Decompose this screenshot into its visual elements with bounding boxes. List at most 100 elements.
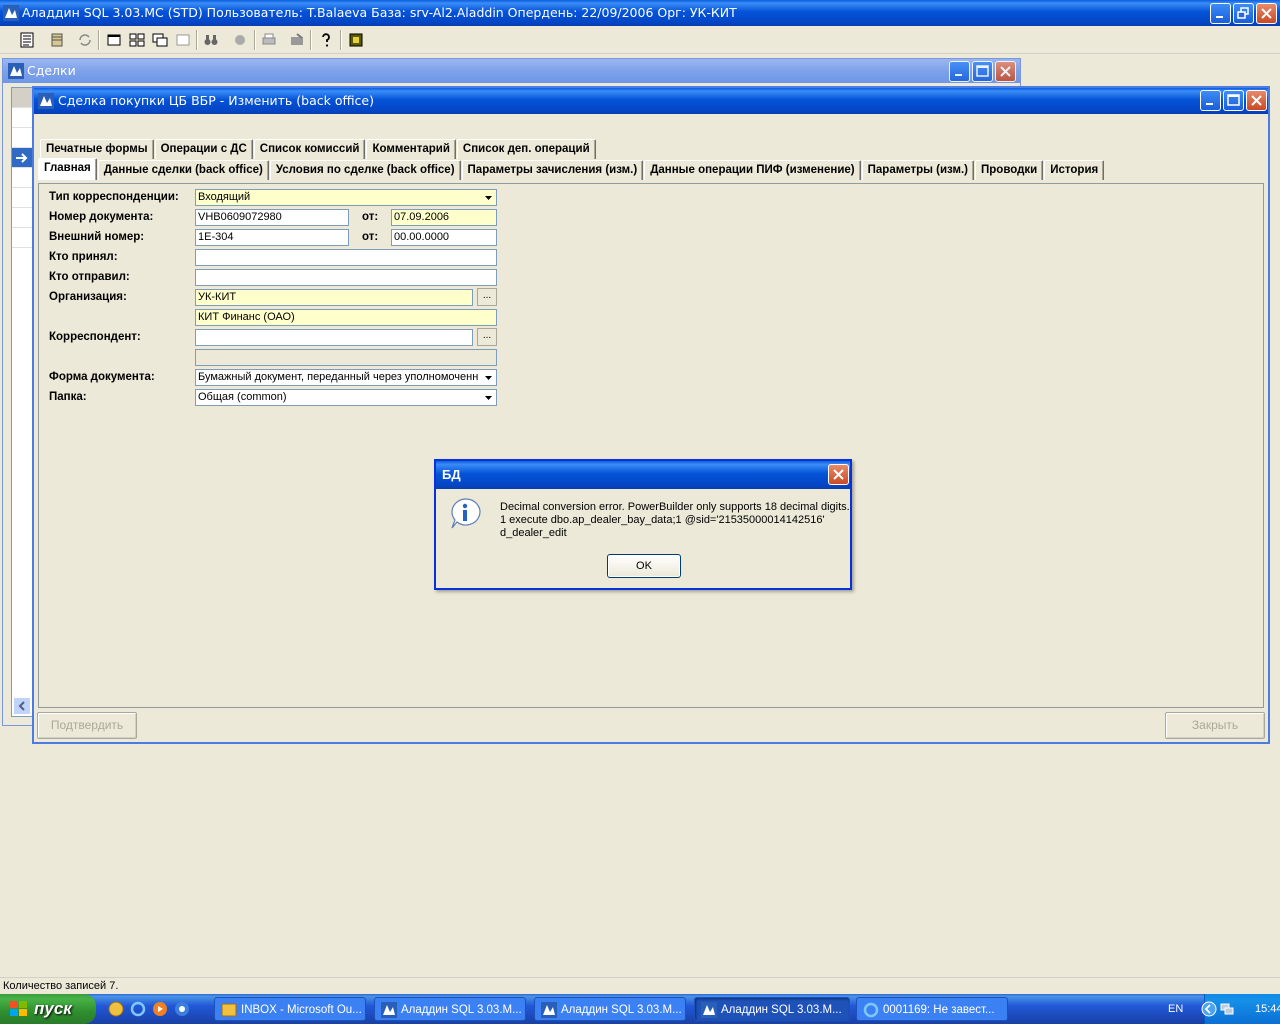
tab-history[interactable]: История bbox=[1044, 160, 1105, 180]
outlook-quicklaunch-icon[interactable] bbox=[108, 1001, 124, 1017]
toolbar-separator bbox=[196, 30, 198, 50]
corr-type-select[interactable]: Входящий bbox=[195, 189, 497, 206]
tab-comment[interactable]: Комментарий bbox=[366, 139, 456, 159]
deals-grid[interactable] bbox=[11, 87, 33, 717]
network-icon[interactable] bbox=[1219, 1001, 1235, 1017]
org-code-field[interactable]: УК-КИТ bbox=[195, 289, 473, 306]
dialog-title-bar[interactable]: БД bbox=[436, 461, 850, 489]
ext-number-field[interactable]: 1E-304 bbox=[195, 229, 349, 246]
tab-postings[interactable]: Проводки bbox=[975, 160, 1044, 180]
toolbar-stop-button[interactable] bbox=[229, 29, 251, 51]
confirm-button[interactable]: Подтвердить bbox=[37, 712, 137, 739]
cascade-icon bbox=[152, 33, 168, 47]
list-icon bbox=[20, 32, 34, 48]
received-by-field[interactable] bbox=[195, 249, 497, 266]
grid-row[interactable] bbox=[12, 188, 32, 208]
org-label: Организация: bbox=[49, 291, 127, 303]
toolbar-list-button[interactable] bbox=[16, 29, 38, 51]
start-button[interactable]: пуск bbox=[0, 994, 96, 1024]
chevron-down-icon[interactable] bbox=[482, 371, 495, 384]
deal-edit-window[interactable]: Сделка покупки ЦБ ВБР - Изменить (back o… bbox=[32, 86, 1270, 744]
sent-by-field[interactable] bbox=[195, 269, 497, 286]
messenger-quicklaunch-icon[interactable] bbox=[174, 1001, 190, 1017]
chevron-down-icon[interactable] bbox=[482, 191, 495, 204]
grid-row[interactable] bbox=[12, 168, 32, 188]
tab-commissions[interactable]: Список комиссий bbox=[253, 139, 366, 159]
correspondent-field[interactable] bbox=[195, 329, 473, 346]
app-minimize-button[interactable] bbox=[1210, 3, 1231, 24]
toolbar-print-button[interactable] bbox=[258, 29, 280, 51]
toolbar-tile-button[interactable] bbox=[126, 29, 148, 51]
ext-date-field[interactable]: 00.00.0000 bbox=[391, 229, 497, 246]
ie-quicklaunch-icon[interactable] bbox=[130, 1001, 146, 1017]
grid-row[interactable] bbox=[12, 208, 32, 228]
toolbar-cascade-button[interactable] bbox=[149, 29, 171, 51]
app-restore-button[interactable] bbox=[1233, 3, 1254, 24]
tab-main[interactable]: Главная bbox=[38, 158, 97, 180]
info-icon bbox=[451, 498, 481, 529]
tab-fund-operation[interactable]: Данные операции ПИФ (изменение) bbox=[644, 160, 861, 180]
toolbar-find-button[interactable] bbox=[200, 29, 222, 51]
ext-number-label: Внешний номер: bbox=[49, 231, 145, 243]
toolbar-separator bbox=[310, 30, 312, 50]
windows-logo-icon bbox=[10, 1001, 27, 1016]
tab-credit-params[interactable]: Параметры зачисления (изм.) bbox=[461, 160, 644, 180]
minimize-icon bbox=[1206, 103, 1213, 105]
binoculars-icon bbox=[204, 35, 218, 45]
toolbar-refresh-button[interactable] bbox=[74, 29, 96, 51]
deals-window-title-bar[interactable]: Сделки bbox=[3, 59, 1020, 83]
task-aladdin-1[interactable]: Аладдин SQL 3.03.M... bbox=[374, 997, 526, 1021]
correspondent-lookup-button[interactable]: ... bbox=[477, 328, 497, 346]
tab-deal-terms[interactable]: Условия по сделке (back office) bbox=[269, 160, 461, 180]
tray-expand-icon[interactable] bbox=[1201, 1001, 1217, 1017]
toolbar-arrange-button[interactable] bbox=[172, 29, 194, 51]
grid-row[interactable] bbox=[12, 128, 32, 148]
language-indicator[interactable]: EN bbox=[1168, 994, 1183, 1024]
tab-print-forms[interactable]: Печатные формы bbox=[40, 139, 154, 159]
grid-row[interactable] bbox=[12, 228, 32, 248]
ok-button[interactable]: OK bbox=[607, 554, 681, 578]
doc-number-field[interactable]: VHB0609072980 bbox=[195, 209, 349, 226]
edit-maximize-button[interactable] bbox=[1223, 90, 1244, 111]
tab-cash-operations[interactable]: Операции с ДС bbox=[154, 139, 253, 159]
task-browser[interactable]: 0001169: Не завест... bbox=[856, 997, 1008, 1021]
corr-type-label: Тип корреспонденции: bbox=[49, 191, 179, 203]
tab-params[interactable]: Параметры (изм.) bbox=[861, 160, 975, 180]
task-outlook[interactable]: INBOX - Microsoft Ou... bbox=[214, 997, 366, 1021]
scroll-left-icon[interactable] bbox=[14, 698, 30, 714]
media-player-quicklaunch-icon[interactable] bbox=[152, 1001, 168, 1017]
app-title: Аладдин SQL 3.03.MC (STD) Пользователь: … bbox=[22, 5, 737, 20]
toolbar-separator bbox=[254, 30, 256, 50]
doc-date-field[interactable]: 07.09.2006 bbox=[391, 209, 497, 226]
toolbar-exit-button[interactable] bbox=[345, 29, 367, 51]
doc-form-select[interactable]: Бумажный документ, переданный через упол… bbox=[195, 369, 497, 386]
edit-window-title-bar[interactable]: Сделка покупки ЦБ ВБР - Изменить (back o… bbox=[34, 88, 1268, 114]
exit-icon bbox=[349, 33, 363, 47]
folder-select[interactable]: Общая (common) bbox=[195, 389, 497, 406]
grid-row[interactable] bbox=[12, 108, 32, 128]
task-aladdin-2[interactable]: Аладдин SQL 3.03.M... bbox=[534, 997, 686, 1021]
toolbar-help-button[interactable] bbox=[315, 29, 337, 51]
chevron-down-icon[interactable] bbox=[482, 391, 495, 404]
deals-close-button[interactable] bbox=[995, 61, 1016, 82]
grid-row-selected[interactable] bbox=[12, 148, 32, 168]
close-button[interactable]: Закрыть bbox=[1165, 712, 1265, 739]
toolbar-window-button[interactable] bbox=[103, 29, 125, 51]
edit-minimize-button[interactable] bbox=[1200, 90, 1221, 111]
task-aladdin-3-active[interactable]: Аладдин SQL 3.03.M... bbox=[694, 997, 850, 1021]
tab-deal-data[interactable]: Данные сделки (back office) bbox=[97, 160, 269, 180]
org-lookup-button[interactable]: ... bbox=[477, 288, 497, 306]
deals-minimize-button[interactable] bbox=[949, 61, 970, 82]
edit-close-button[interactable] bbox=[1246, 90, 1267, 111]
toolbar-database-button[interactable] bbox=[46, 29, 68, 51]
tab-depository-operations[interactable]: Список деп. операций bbox=[456, 139, 596, 159]
app-close-button[interactable] bbox=[1256, 3, 1277, 24]
deals-maximize-button[interactable] bbox=[972, 61, 993, 82]
dialog-message-line-3: d_dealer_edit bbox=[500, 527, 567, 539]
toolbar-export-button[interactable] bbox=[286, 29, 308, 51]
doc-number-label: Номер документа: bbox=[49, 211, 154, 223]
dialog-close-button[interactable] bbox=[828, 464, 849, 485]
correspondent-name-field bbox=[195, 349, 497, 366]
app-title-bar[interactable]: Аладдин SQL 3.03.MC (STD) Пользователь: … bbox=[0, 0, 1280, 26]
dialog-title: БД bbox=[442, 467, 461, 482]
